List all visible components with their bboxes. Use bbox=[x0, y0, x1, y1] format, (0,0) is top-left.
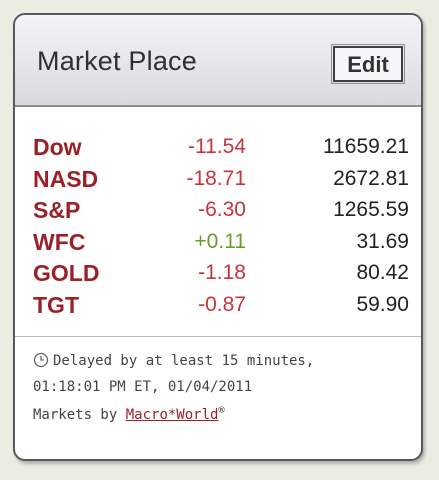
quote-symbol-gold[interactable]: GOLD bbox=[33, 260, 99, 287]
quote-row: NASD -18.71 2672.81 bbox=[15, 162, 421, 194]
quote-price: 11659.21 bbox=[322, 135, 409, 158]
quote-change: -6.30 bbox=[198, 198, 246, 221]
clock-icon bbox=[33, 352, 49, 376]
widget-footer: Delayed by at least 15 minutes, 01:18:01… bbox=[33, 350, 411, 427]
quote-change: -0.87 bbox=[198, 292, 246, 316]
quote-row: WFC +0.11 31.69 bbox=[15, 225, 421, 257]
markets-by-label: Markets by bbox=[33, 407, 118, 423]
quote-symbol-tgt[interactable]: TGT bbox=[33, 292, 79, 319]
quote-change: +0.11 bbox=[194, 229, 246, 253]
provider-line: Markets by Macro*World® bbox=[33, 399, 411, 427]
quote-price: 1265.59 bbox=[333, 198, 409, 221]
footer-divider bbox=[15, 336, 421, 337]
quote-change: -18.71 bbox=[186, 166, 246, 190]
quote-row: GOLD -1.18 80.42 bbox=[15, 256, 421, 288]
widget-header: Market Place Edit bbox=[15, 15, 421, 107]
delay-text: Delayed by at least 15 minutes, bbox=[53, 353, 315, 369]
widget-title: Market Place bbox=[37, 46, 197, 76]
quote-list: Dow -11.54 11659.21 NASD -18.71 2672.81 … bbox=[15, 130, 421, 319]
quote-symbol-nasd[interactable]: NASD bbox=[33, 166, 98, 193]
quote-row: TGT -0.87 59.90 bbox=[15, 288, 421, 320]
quote-symbol-dow[interactable]: Dow bbox=[33, 134, 82, 161]
quote-price: 2672.81 bbox=[333, 166, 409, 190]
quote-change: -11.54 bbox=[188, 135, 246, 158]
quote-symbol-wfc[interactable]: WFC bbox=[33, 229, 85, 256]
quote-price: 59.90 bbox=[356, 292, 409, 316]
quote-symbol-sp[interactable]: S&P bbox=[33, 197, 80, 224]
quote-change: -1.18 bbox=[198, 261, 246, 284]
edit-button[interactable]: Edit bbox=[331, 44, 405, 84]
quote-price: 80.42 bbox=[356, 261, 409, 284]
provider-link[interactable]: Macro*World bbox=[126, 407, 219, 423]
quote-timestamp: 01:18:01 PM ET, 01/04/2011 bbox=[33, 379, 253, 395]
quote-row: S&P -6.30 1265.59 bbox=[15, 193, 421, 225]
quote-price: 31.69 bbox=[356, 229, 409, 253]
market-place-widget: Market Place Edit Dow -11.54 11659.21 NA… bbox=[13, 13, 423, 461]
delay-notice: Delayed by at least 15 minutes, bbox=[33, 350, 411, 376]
quote-row: Dow -11.54 11659.21 bbox=[15, 130, 421, 162]
registered-mark: ® bbox=[218, 405, 225, 416]
